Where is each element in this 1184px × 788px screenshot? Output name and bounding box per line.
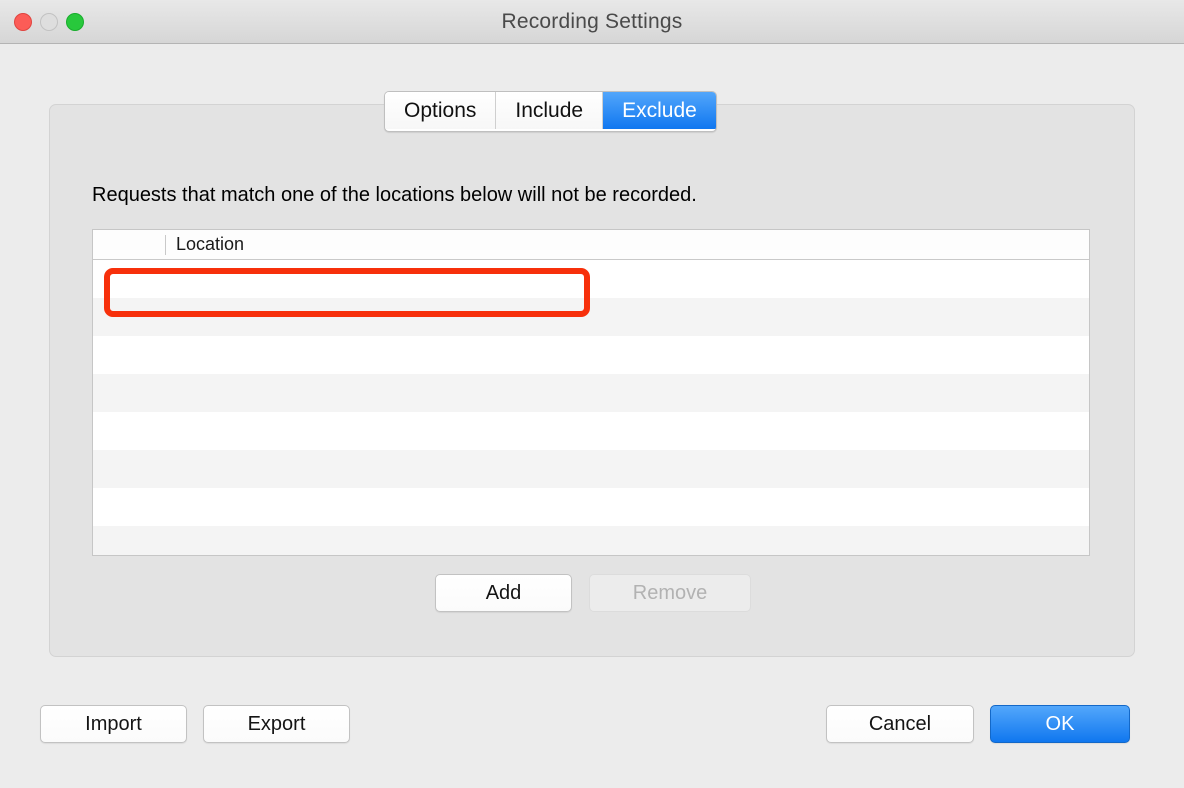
table-row[interactable] (93, 488, 1089, 526)
table-row[interactable] (93, 450, 1089, 488)
cancel-button[interactable]: Cancel (826, 705, 974, 743)
tab-options[interactable]: Options (385, 92, 497, 129)
table-row[interactable] (93, 526, 1089, 555)
import-button[interactable]: Import (40, 705, 187, 743)
locations-table[interactable]: Location (92, 229, 1090, 556)
table-body (93, 260, 1089, 555)
table-row[interactable] (93, 298, 1089, 336)
tab-bar: Options Include Exclude (384, 91, 717, 132)
panel-description: Requests that match one of the locations… (92, 184, 697, 206)
remove-button: Remove (589, 574, 751, 612)
table-header-row: Location (93, 230, 1089, 260)
tab-include[interactable]: Include (496, 92, 604, 129)
add-button[interactable]: Add (435, 574, 572, 612)
table-row[interactable] (93, 412, 1089, 450)
table-row[interactable] (93, 374, 1089, 412)
column-header-checkbox (93, 234, 166, 255)
window-titlebar: Recording Settings (0, 0, 1184, 44)
export-button[interactable]: Export (203, 705, 350, 743)
window-title: Recording Settings (501, 10, 683, 33)
table-row[interactable] (93, 260, 1089, 298)
column-header-location: Location (176, 234, 245, 254)
tab-exclude[interactable]: Exclude (603, 92, 716, 129)
table-row[interactable] (93, 336, 1089, 374)
ok-button[interactable]: OK (990, 705, 1130, 743)
